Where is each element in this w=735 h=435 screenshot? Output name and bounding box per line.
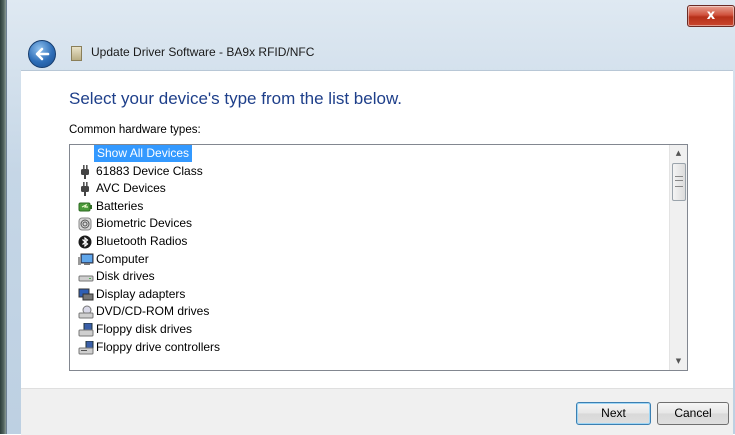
hardware-type-item[interactable]: AVC Devices	[70, 180, 668, 198]
hardware-type-label: Disk drives	[96, 269, 155, 284]
plug-icon	[78, 182, 94, 197]
scroll-thumb[interactable]	[672, 163, 686, 201]
hardware-type-label: Floppy disk drives	[96, 321, 193, 336]
hardware-type-item[interactable]: Computer	[70, 251, 668, 269]
button-bar: Next Cancel	[21, 388, 733, 435]
close-button[interactable]: x	[687, 5, 735, 27]
hardware-type-list[interactable]: Show All Devices 61883 Device Class AVC De…	[69, 144, 688, 371]
next-button[interactable]: Next	[576, 402, 651, 425]
bluetooth-icon	[78, 235, 94, 249]
plug-icon	[78, 164, 94, 179]
dvd-drive-icon	[78, 305, 94, 319]
display-adapter-icon	[78, 288, 94, 302]
hardware-type-item[interactable]: Show All Devices	[70, 145, 668, 163]
hardware-type-label: Display adapters	[96, 286, 186, 301]
battery-icon	[78, 200, 94, 214]
hardware-type-label: Biometric Devices	[96, 216, 193, 231]
floppy-controller-icon	[78, 340, 94, 355]
content-panel: Select your device's type from the list …	[21, 70, 733, 389]
update-driver-window: x Update Driver Software - BA9x RFID/NFC…	[6, 0, 735, 435]
floppy-drive-icon	[78, 322, 94, 337]
hardware-type-label: 61883 Device Class	[96, 163, 203, 178]
hardware-type-item[interactable]: Floppy disk drives	[70, 321, 668, 339]
driver-icon	[71, 46, 82, 61]
back-arrow-icon	[35, 47, 50, 61]
hardware-type-item[interactable]: Display adapters	[70, 286, 668, 304]
hardware-type-item[interactable]: Batteries	[70, 198, 668, 216]
window-title: Update Driver Software - BA9x RFID/NFC	[91, 45, 315, 59]
hardware-type-label: Bluetooth Radios	[96, 233, 188, 248]
back-button[interactable]	[28, 40, 56, 68]
hardware-type-label: Computer	[96, 251, 149, 266]
hardware-type-label: DVD/CD-ROM drives	[96, 304, 210, 319]
vertical-scrollbar[interactable]: ▲ ▼	[669, 145, 687, 370]
hardware-type-item[interactable]: DVD/CD-ROM drives	[70, 303, 668, 321]
hardware-type-item[interactable]: 61883 Device Class	[70, 163, 668, 181]
hardware-type-item[interactable]: Disk drives	[70, 268, 668, 286]
page-heading: Select your device's type from the list …	[69, 89, 403, 108]
titlebar-ghost-text	[27, 6, 107, 16]
scroll-down-button[interactable]: ▼	[670, 353, 687, 370]
hardware-type-label: Floppy drive controllers	[96, 339, 221, 354]
hardware-type-label: Batteries	[96, 198, 144, 213]
hardware-type-item[interactable]: Floppy drive controllers	[70, 339, 668, 357]
computer-icon	[78, 253, 94, 267]
cancel-button[interactable]: Cancel	[657, 402, 729, 425]
hardware-type-item[interactable]: Biometric Devices	[70, 215, 668, 233]
hardware-type-label: AVC Devices	[96, 181, 166, 196]
fingerprint-icon	[78, 217, 94, 231]
hardware-type-item[interactable]: Bluetooth Radios	[70, 233, 668, 251]
scroll-up-button[interactable]: ▲	[670, 145, 687, 162]
list-caption: Common hardware types:	[69, 124, 201, 136]
disk-drive-icon	[78, 270, 94, 284]
hardware-type-label: Show All Devices	[94, 145, 193, 162]
